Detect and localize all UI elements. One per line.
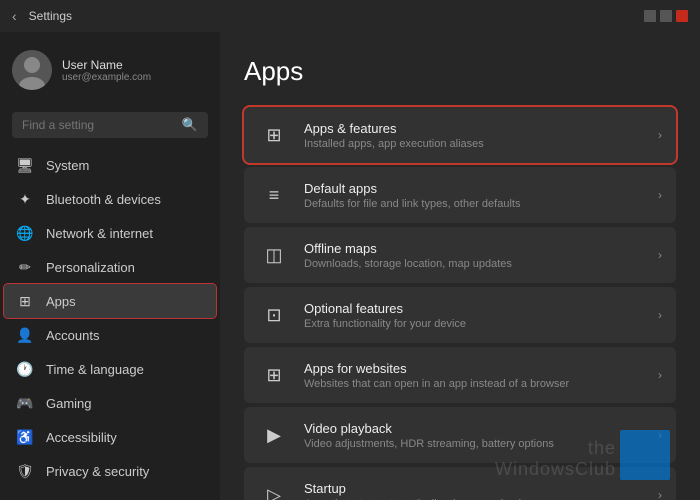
setting-item-offline-maps[interactable]: ◫ Offline maps Downloads, storage location… <box>244 227 676 283</box>
sidebar-item-time[interactable]: 🕐 Time & language <box>4 352 216 386</box>
user-profile[interactable]: User Name user@example.com <box>0 40 220 100</box>
setting-item-default-apps[interactable]: ≡ Default apps Defaults for file and link … <box>244 167 676 223</box>
video-playback-text: Video playback Video adjustments, HDR str… <box>304 421 644 450</box>
sidebar-item-label-accounts: Accounts <box>46 328 99 343</box>
page-title: Apps <box>244 56 676 87</box>
startup-icon: ▷ <box>258 479 290 500</box>
settings-list: ⊞ Apps & features Installed apps, app exec… <box>244 107 676 500</box>
avatar <box>12 50 52 90</box>
user-name: User Name <box>62 58 151 72</box>
video-playback-title: Video playback <box>304 421 644 436</box>
content-area: Apps ⊞ Apps & features Installed apps, app… <box>220 32 700 500</box>
default-apps-title: Default apps <box>304 181 644 196</box>
update-icon: ⟳ <box>16 496 34 500</box>
maximize-button[interactable] <box>660 10 672 22</box>
apps-features-desc: Installed apps, app execution aliases <box>304 138 644 150</box>
optional-features-desc: Extra functionality for your device <box>304 318 644 330</box>
user-info: User Name user@example.com <box>62 58 151 83</box>
offline-maps-title: Offline maps <box>304 241 644 256</box>
sidebar-item-apps[interactable]: ⊞ Apps <box>4 284 216 318</box>
sidebar-item-gaming[interactable]: 🎮 Gaming <box>4 386 216 420</box>
sidebar-item-label-gaming: Gaming <box>46 396 92 411</box>
default-apps-icon: ≡ <box>258 179 290 211</box>
setting-item-optional-features[interactable]: ⊡ Optional features Extra functionality fo… <box>244 287 676 343</box>
setting-item-apps-websites[interactable]: ⊞ Apps for websites Websites that can open… <box>244 347 676 403</box>
apps-websites-title: Apps for websites <box>304 361 644 376</box>
sidebar-item-privacy[interactable]: 🛡 Privacy & security <box>4 454 216 488</box>
search-box[interactable]: 🔍 <box>12 112 208 138</box>
apps-features-icon: ⊞ <box>258 119 290 151</box>
sidebar-nav: 🖥 System ✦ Bluetooth & devices 🌐 Network & in… <box>0 148 220 500</box>
sidebar-item-label-personalization: Personalization <box>46 260 135 275</box>
setting-item-apps-features[interactable]: ⊞ Apps & features Installed apps, app exec… <box>244 107 676 163</box>
offline-maps-text: Offline maps Downloads, storage location,… <box>304 241 644 270</box>
title-bar-left: ‹ Settings <box>12 8 72 24</box>
apps-features-title: Apps & features <box>304 121 644 136</box>
accounts-icon: 👤 <box>16 326 34 344</box>
user-email: user@example.com <box>62 72 151 83</box>
apps-websites-text: Apps for websites Websites that can open … <box>304 361 644 390</box>
optional-features-text: Optional features Extra functionality for… <box>304 301 644 330</box>
privacy-icon: 🛡 <box>16 462 34 480</box>
optional-features-icon: ⊡ <box>258 299 290 331</box>
video-playback-desc: Video adjustments, HDR streaming, batter… <box>304 438 644 450</box>
search-input[interactable] <box>22 118 176 132</box>
sidebar-item-label-accessibility: Accessibility <box>46 430 117 445</box>
sidebar-item-label-system: System <box>46 158 89 173</box>
setting-item-video-playback[interactable]: ▶ Video playback Video adjustments, HDR st… <box>244 407 676 463</box>
accessibility-icon: ♿ <box>16 428 34 446</box>
offline-maps-icon: ◫ <box>258 239 290 271</box>
offline-maps-chevron-icon: › <box>658 248 662 262</box>
apps-websites-desc: Websites that can open in an app instead… <box>304 378 644 390</box>
search-icon: 🔍 <box>182 117 198 133</box>
sidebar-item-network[interactable]: 🌐 Network & internet <box>4 216 216 250</box>
sidebar-item-bluetooth[interactable]: ✦ Bluetooth & devices <box>4 182 216 216</box>
sidebar-item-label-privacy: Privacy & security <box>46 464 149 479</box>
title-bar-title: Settings <box>29 9 72 23</box>
sidebar-item-label-apps: Apps <box>46 294 76 309</box>
video-playback-chevron-icon: › <box>658 428 662 442</box>
time-icon: 🕐 <box>16 360 34 378</box>
sidebar-item-system[interactable]: 🖥 System <box>4 148 216 182</box>
sidebar-item-label-bluetooth: Bluetooth & devices <box>46 192 161 207</box>
system-icon: 🖥 <box>16 156 34 174</box>
app-body: User Name user@example.com 🔍 🖥 System ✦ Blu… <box>0 32 700 500</box>
default-apps-chevron-icon: › <box>658 188 662 202</box>
setting-item-startup[interactable]: ▷ StartupApps that start automatically wh… <box>244 467 676 500</box>
title-bar-controls <box>644 10 688 22</box>
optional-features-title: Optional features <box>304 301 644 316</box>
sidebar-item-personalization[interactable]: ✏ Personalization <box>4 250 216 284</box>
back-button[interactable]: ‹ <box>12 8 17 24</box>
sidebar: User Name user@example.com 🔍 🖥 System ✦ Blu… <box>0 32 220 500</box>
sidebar-item-label-time: Time & language <box>46 362 144 377</box>
sidebar-item-label-network: Network & internet <box>46 226 153 241</box>
gaming-icon: 🎮 <box>16 394 34 412</box>
title-bar: ‹ Settings <box>0 0 700 32</box>
close-button[interactable] <box>676 10 688 22</box>
minimize-button[interactable] <box>644 10 656 22</box>
default-apps-text: Default apps Defaults for file and link t… <box>304 181 644 210</box>
video-playback-icon: ▶ <box>258 419 290 451</box>
bluetooth-icon: ✦ <box>16 190 34 208</box>
offline-maps-desc: Downloads, storage location, map updates <box>304 258 644 270</box>
optional-features-chevron-icon: › <box>658 308 662 322</box>
startup-chevron-icon: › <box>658 488 662 500</box>
startup-text: StartupApps that start automatically whe… <box>304 481 644 500</box>
apps-websites-icon: ⊞ <box>258 359 290 391</box>
apps-icon: ⊞ <box>16 292 34 310</box>
startup-title: Startup <box>304 481 644 496</box>
personalization-icon: ✏ <box>16 258 34 276</box>
apps-features-text: Apps & features Installed apps, app execu… <box>304 121 644 150</box>
network-icon: 🌐 <box>16 224 34 242</box>
sidebar-item-accounts[interactable]: 👤 Accounts <box>4 318 216 352</box>
default-apps-desc: Defaults for file and link types, other … <box>304 198 644 210</box>
apps-websites-chevron-icon: › <box>658 368 662 382</box>
sidebar-item-update[interactable]: ⟳Windows Update <box>4 488 216 500</box>
apps-features-chevron-icon: › <box>658 128 662 142</box>
sidebar-item-accessibility[interactable]: ♿ Accessibility <box>4 420 216 454</box>
